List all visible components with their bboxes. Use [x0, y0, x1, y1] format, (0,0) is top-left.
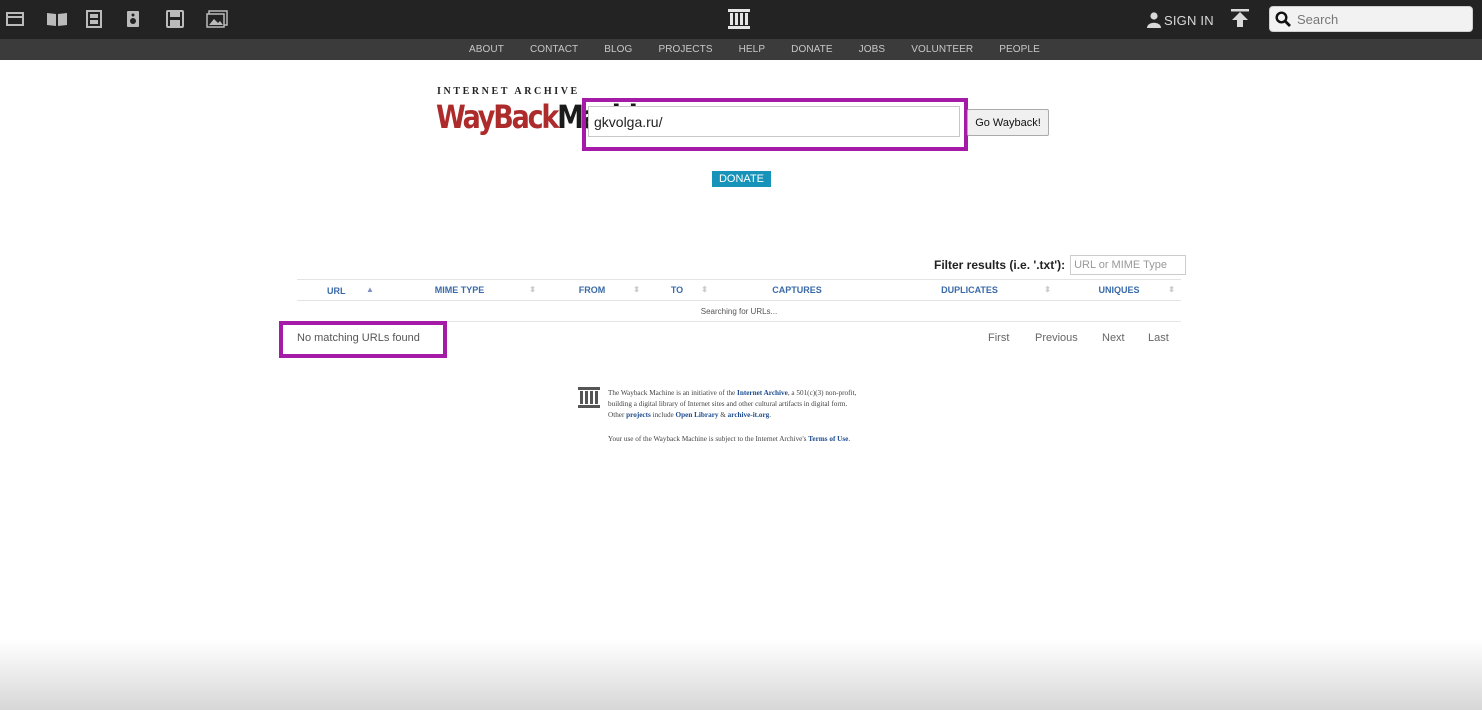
logo-small-text: INTERNET ARCHIVE — [437, 86, 580, 97]
pager-first[interactable]: First — [988, 332, 1035, 344]
images-icon[interactable] — [206, 8, 246, 30]
sort-icon: ⬍ — [1168, 285, 1175, 294]
search-icon — [1275, 11, 1291, 27]
nav-item-jobs[interactable]: JOBS — [859, 44, 886, 55]
archive-building-icon[interactable] — [727, 7, 751, 31]
terms-of-use-link[interactable]: Terms of Use — [808, 435, 848, 443]
nav-item-contact[interactable]: CONTACT — [530, 44, 578, 55]
pagination: First Previous Next Last — [988, 332, 1178, 344]
nav-item-volunteer[interactable]: VOLUNTEER — [911, 44, 973, 55]
filter-input[interactable] — [1070, 255, 1187, 275]
table-status-cell: Searching for URLs... — [297, 300, 1181, 322]
video-icon[interactable] — [86, 8, 126, 30]
user-icon — [1147, 12, 1161, 28]
table-row: Searching for URLs... — [297, 300, 1181, 322]
archive-building-icon — [578, 386, 600, 410]
donate-button[interactable]: DONATE — [712, 171, 771, 187]
web-icon[interactable] — [6, 8, 46, 30]
pager-next[interactable]: Next — [1102, 332, 1148, 344]
sort-icon: ⬍ — [701, 285, 708, 294]
sort-icon: ⬍ — [1044, 285, 1051, 294]
footer-description: The Wayback Machine is an initiative of … — [608, 389, 857, 419]
filter-row: Filter results (i.e. '.txt'): — [934, 255, 1187, 275]
footer-terms: Your use of the Wayback Machine is subje… — [608, 435, 851, 443]
nav-item-people[interactable]: PEOPLE — [999, 44, 1040, 55]
open-library-link[interactable]: Open Library — [676, 411, 719, 419]
filter-label: Filter results (i.e. '.txt'): — [934, 258, 1066, 272]
sort-icon: ⬍ — [529, 285, 536, 294]
archive-it-link[interactable]: archive-it.org — [728, 411, 770, 419]
search-input[interactable] — [1297, 11, 1457, 27]
site-search[interactable] — [1269, 6, 1473, 32]
nav-item-help[interactable]: HELP — [739, 44, 766, 55]
media-type-icons — [6, 8, 246, 30]
col-header-duplicates[interactable]: DUPLICATES ⬍ — [882, 279, 1057, 301]
wayback-machine-logo[interactable]: INTERNET ARCHIVE WayBack Machine — [436, 86, 671, 138]
audio-icon[interactable] — [126, 8, 166, 30]
col-header-mime-type[interactable]: MIME TYPE ⬍ — [377, 279, 542, 301]
nav-item-donate[interactable]: DONATE — [791, 44, 833, 55]
sort-icon: ⬍ — [633, 285, 640, 294]
sign-in-label: SIGN IN — [1164, 12, 1214, 28]
col-header-url[interactable]: URL ▲ — [297, 279, 377, 301]
col-header-uniques[interactable]: UNIQUES ⬍ — [1057, 279, 1181, 301]
sign-in-link[interactable]: SIGN IN — [1147, 10, 1214, 30]
col-header-to[interactable]: TO ⬍ — [642, 279, 712, 301]
wayback-url-input[interactable] — [588, 106, 960, 137]
pager-last[interactable]: Last — [1148, 332, 1178, 344]
results-table: URL ▲ MIME TYPE ⬍ FROM ⬍ TO ⬍ CAPTURES D… — [297, 279, 1181, 322]
top-bar: SIGN IN — [0, 0, 1482, 39]
projects-link[interactable]: projects — [626, 411, 651, 419]
go-wayback-button[interactable]: Go Wayback! — [967, 109, 1049, 136]
internet-archive-link[interactable]: Internet Archive — [737, 389, 788, 397]
nav-links: ABOUT CONTACT BLOG PROJECTS HELP DONATE … — [469, 39, 1066, 60]
nav-item-blog[interactable]: BLOG — [604, 44, 632, 55]
logo-wayback-text: WayBack — [436, 99, 559, 137]
no-match-text: No matching URLs found — [297, 332, 420, 344]
upload-icon[interactable] — [1230, 8, 1250, 30]
table-header-row: URL ▲ MIME TYPE ⬍ FROM ⬍ TO ⬍ CAPTURES D… — [297, 279, 1181, 301]
nav-bar: ABOUT CONTACT BLOG PROJECTS HELP DONATE … — [0, 39, 1482, 60]
texts-icon[interactable] — [46, 8, 86, 30]
sort-asc-icon: ▲ — [366, 285, 374, 294]
col-header-captures[interactable]: CAPTURES — [712, 279, 882, 301]
col-header-from[interactable]: FROM ⬍ — [542, 279, 642, 301]
software-icon[interactable] — [166, 8, 206, 30]
pager-previous[interactable]: Previous — [1035, 332, 1102, 344]
nav-item-about[interactable]: ABOUT — [469, 44, 504, 55]
bottom-fade — [0, 640, 1482, 710]
nav-item-projects[interactable]: PROJECTS — [658, 44, 712, 55]
